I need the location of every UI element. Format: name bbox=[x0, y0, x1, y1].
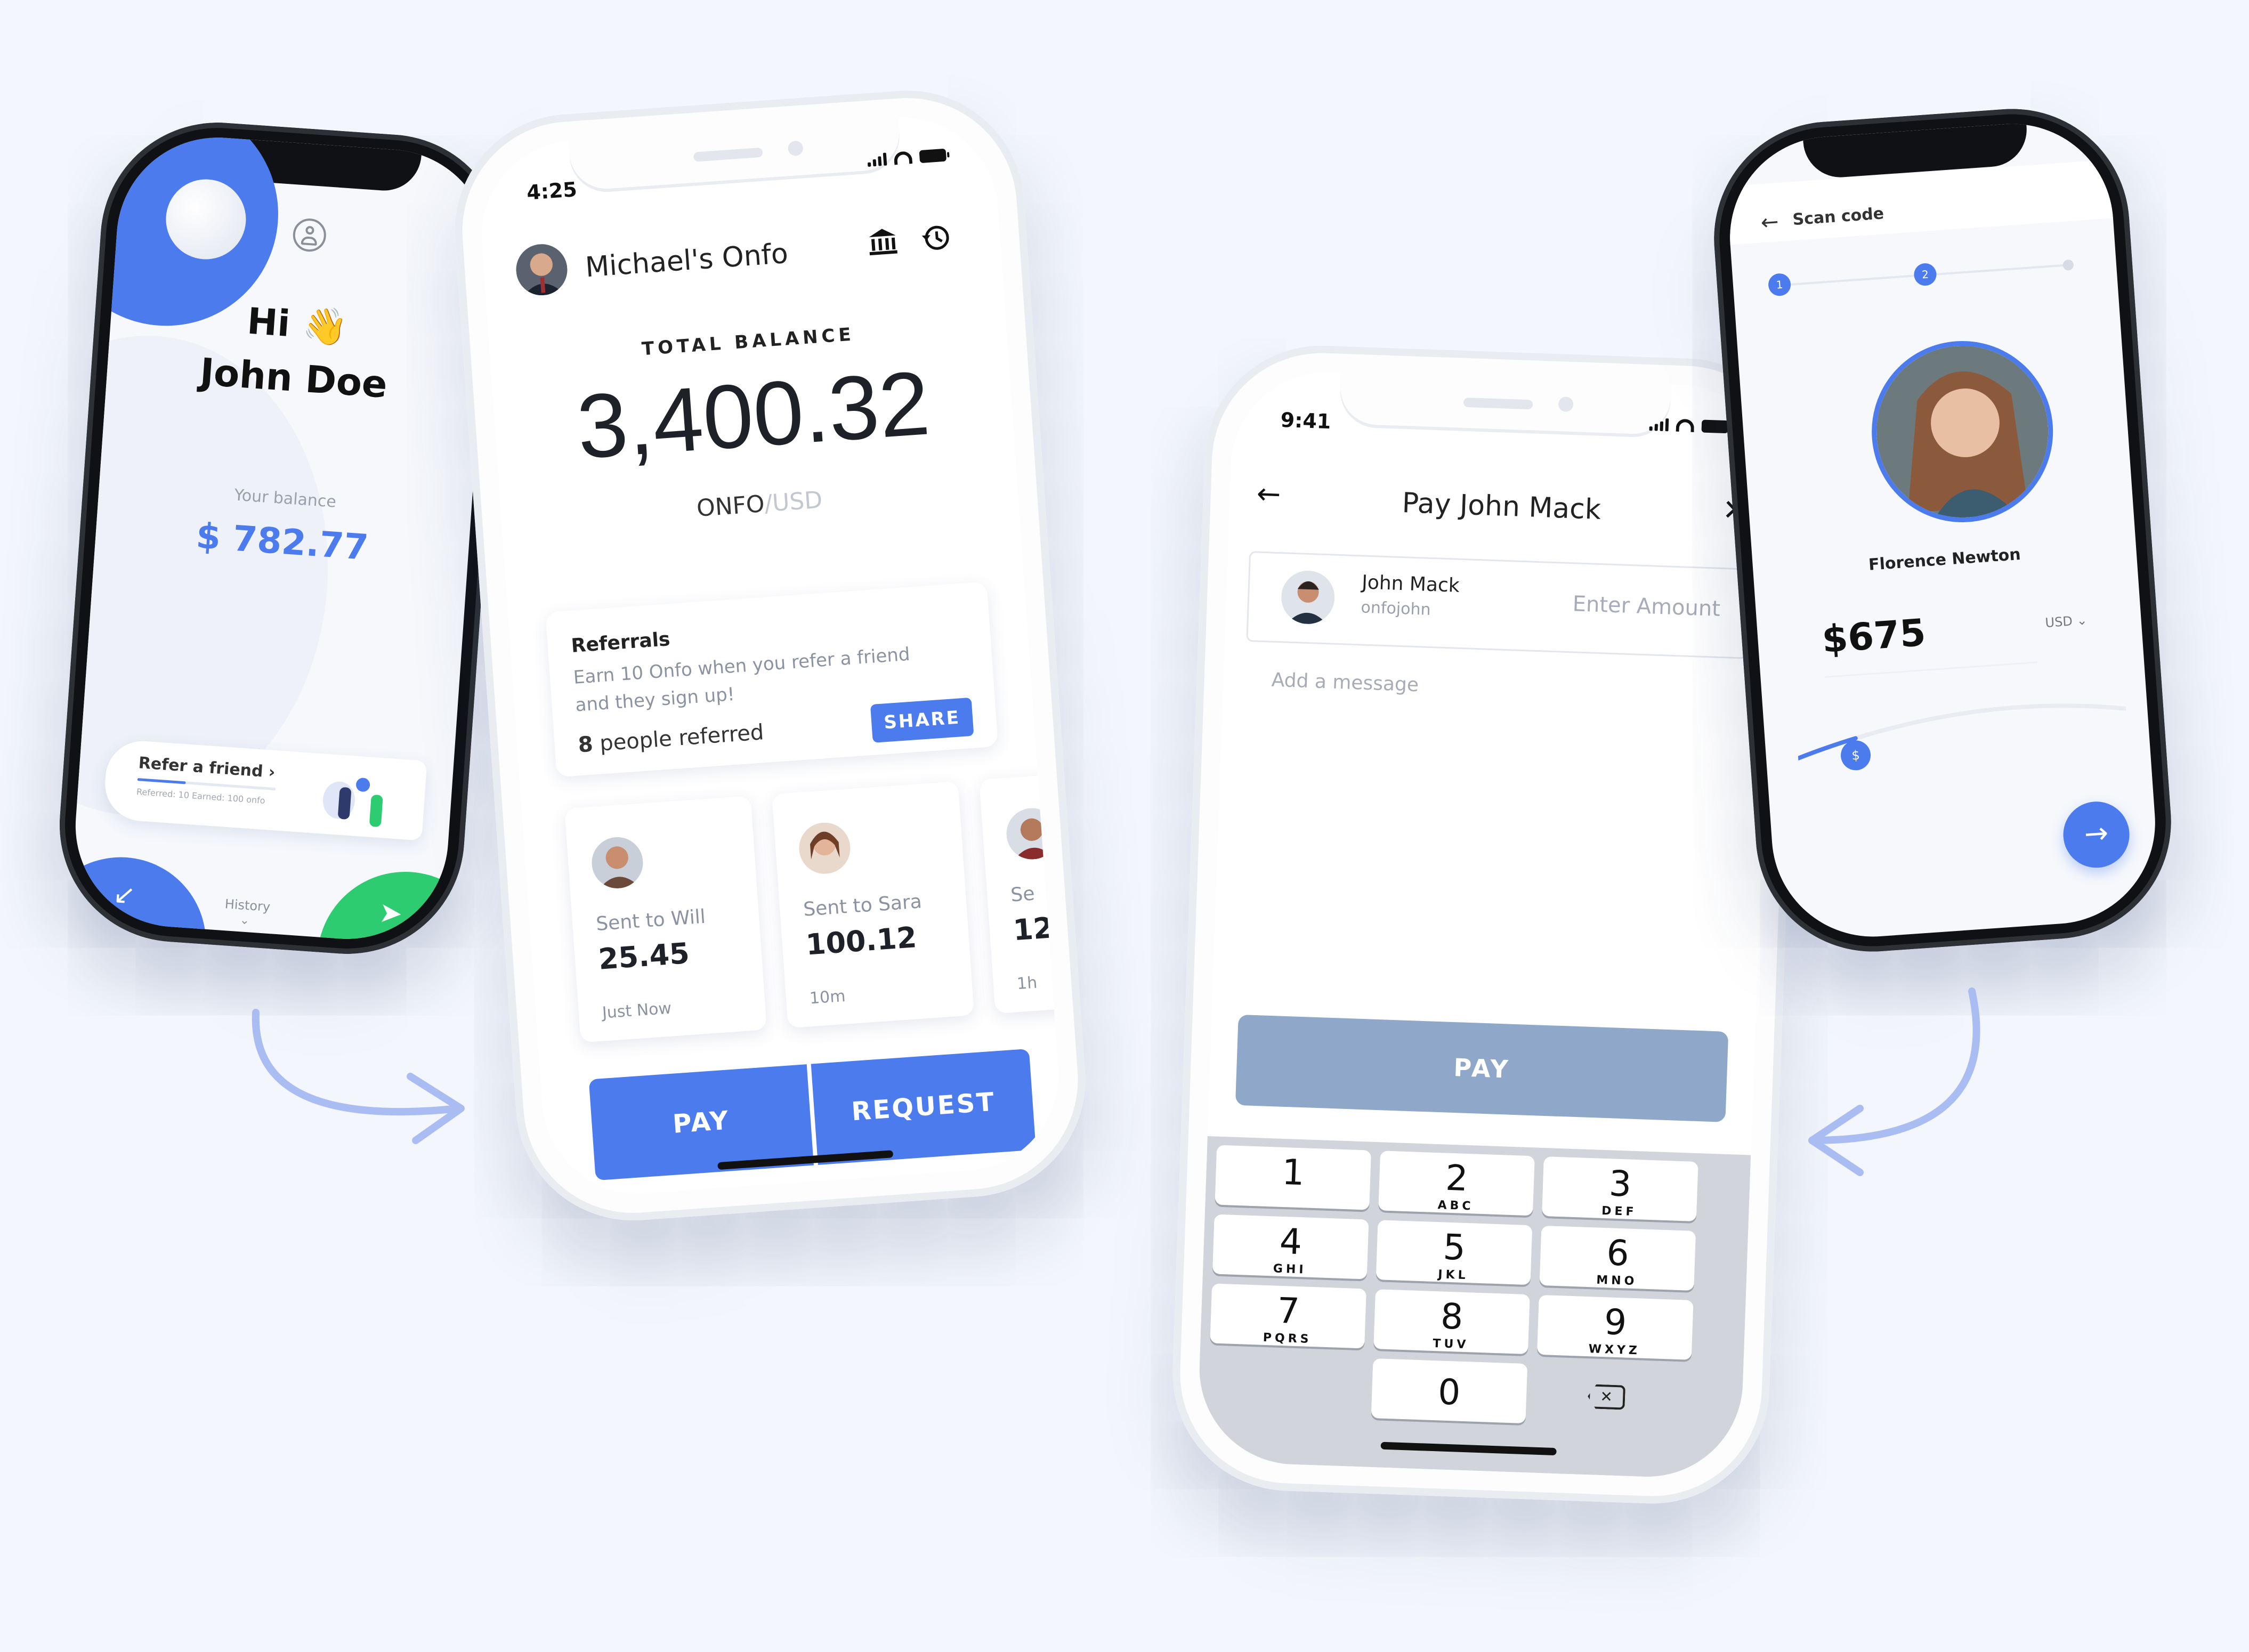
phone-send-screen: ← Scan code 1 2 Florence Newton $675 USD… bbox=[1723, 117, 2162, 944]
tx-time: 1h bbox=[1016, 973, 1038, 994]
key-4[interactable]: 4 GHI bbox=[1212, 1214, 1369, 1280]
refer-illustration-icon bbox=[310, 764, 405, 834]
tx-avatar bbox=[1005, 806, 1059, 861]
numeric-keypad: 1 2 ABC 3 DEF 4 GHI 5 JKL 6 MNO 7 PQRS 8 TUV 9W… bbox=[1196, 1136, 1751, 1480]
history-label[interactable]: History bbox=[224, 896, 271, 914]
profile-icon[interactable] bbox=[292, 217, 327, 253]
step-1: 1 bbox=[1767, 272, 1792, 297]
tx-card[interactable]: Se 12 1h bbox=[979, 766, 1065, 1014]
amount-underline bbox=[1824, 661, 2037, 678]
status-icons bbox=[1649, 418, 1729, 434]
arrow-right-icon: → bbox=[2083, 815, 2110, 851]
referrals-count: 8 people referred bbox=[577, 720, 765, 758]
key-5[interactable]: 5 JKL bbox=[1376, 1220, 1533, 1285]
key-7[interactable]: 7 PQRS bbox=[1210, 1283, 1367, 1349]
tx-time: 10m bbox=[808, 986, 846, 1008]
flow-arrow-right-icon bbox=[1808, 987, 1980, 1176]
tx-card[interactable]: Sent to Will 25.45 Just Now bbox=[564, 796, 767, 1043]
request-arrow-icon: ↗ bbox=[112, 880, 137, 913]
key-0[interactable]: 0 bbox=[1371, 1358, 1528, 1424]
refer-title: Refer a friend › bbox=[137, 754, 276, 782]
recipient-row: John Mack onfojohn Enter Amount bbox=[1246, 551, 1750, 659]
step-2: 2 bbox=[1913, 262, 1937, 287]
page-title: Pay John Mack bbox=[1401, 487, 1601, 526]
tx-amount: 12 bbox=[1012, 911, 1055, 948]
amount-slider[interactable]: $ bbox=[1794, 682, 2131, 812]
currency-main: ONFO bbox=[695, 490, 766, 522]
tx-label: Se bbox=[1010, 882, 1035, 906]
tx-time: Just Now bbox=[601, 999, 673, 1023]
mockup-stage: Hi 👋 John Doe Your balance $ 782.77 Refe… bbox=[0, 0, 2249, 1652]
phone-send: ← Scan code 1 2 Florence Newton $675 USD… bbox=[1706, 101, 2179, 960]
step-3 bbox=[2062, 259, 2074, 271]
phone-pay: 9:41 ← Pay John Mack ✕ John Mack onfojoh… bbox=[1168, 342, 1806, 1508]
request-button[interactable]: REQUEST bbox=[811, 1048, 1036, 1165]
key-6[interactable]: 6 MNO bbox=[1539, 1225, 1696, 1291]
tx-amount: 100.12 bbox=[804, 920, 918, 962]
screen-header bbox=[1726, 159, 2113, 245]
send-plane-icon: ➤ bbox=[378, 896, 404, 930]
phone-home-screen: Hi 👋 John Doe Your balance $ 782.77 Refe… bbox=[69, 131, 496, 946]
history-icon[interactable] bbox=[919, 221, 953, 255]
recipient-handle: onfojohn bbox=[1361, 598, 1431, 619]
key-3[interactable]: 3 DEF bbox=[1541, 1156, 1698, 1222]
recipient-name: John Mack bbox=[1361, 571, 1460, 597]
home-indicator bbox=[1380, 1442, 1557, 1456]
tx-card[interactable]: Sent to Sara 100.12 10m bbox=[772, 781, 975, 1029]
key-2[interactable]: 2 ABC bbox=[1378, 1151, 1535, 1216]
pay-button[interactable]: PAY bbox=[1235, 1014, 1729, 1122]
flow-arrow-left-icon bbox=[252, 1009, 465, 1144]
phone-wallet: 4:25 Michael's Onfo TOTAL BALANCE 3,400.… bbox=[447, 83, 1094, 1228]
status-time: 4:25 bbox=[525, 177, 578, 205]
currency-pair[interactable]: ONFO/USD bbox=[501, 473, 1018, 536]
account-name: Michael's Onfo bbox=[584, 237, 789, 284]
back-arrow-icon[interactable]: ← bbox=[1760, 209, 1779, 235]
send-button[interactable]: ➤ Send bbox=[311, 865, 496, 946]
recipient-avatar bbox=[1280, 570, 1336, 625]
key-1[interactable]: 1 bbox=[1215, 1145, 1372, 1210]
key-9[interactable]: 9 WXYZ bbox=[1536, 1294, 1694, 1360]
tx-avatar bbox=[590, 835, 645, 890]
referrals-title: Referrals bbox=[570, 628, 671, 657]
tx-label: Sent to Sara bbox=[803, 890, 923, 921]
tx-amount: 25.45 bbox=[597, 936, 691, 976]
status-time: 9:41 bbox=[1280, 408, 1332, 434]
currency-alt: /USD bbox=[763, 486, 823, 517]
tx-label: Sent to Will bbox=[595, 905, 707, 935]
bank-icon[interactable] bbox=[865, 224, 900, 258]
history-chevron-icon: ⌄ bbox=[239, 913, 250, 928]
total-balance-value: 3,400.32 bbox=[573, 352, 933, 478]
phone-pay-screen: 9:41 ← Pay John Mack ✕ John Mack onfojoh… bbox=[1196, 369, 1778, 1480]
account-avatar[interactable] bbox=[514, 242, 569, 297]
chevron-down-icon: ⌄ bbox=[2076, 612, 2088, 628]
tx-avatar bbox=[797, 821, 852, 876]
recipient-name: Florence Newton bbox=[1868, 545, 2021, 574]
request-label: Request bbox=[89, 919, 142, 938]
share-button[interactable]: SHARE bbox=[870, 697, 974, 743]
currency-select[interactable]: USD ⌄ bbox=[2045, 613, 2088, 630]
message-input[interactable]: Add a message bbox=[1271, 669, 1419, 697]
key-8[interactable]: 8 TUV bbox=[1373, 1289, 1530, 1355]
refer-card[interactable]: Refer a friend › Referred: 10 Earned: 10… bbox=[102, 739, 427, 841]
send-label: Send bbox=[366, 936, 407, 946]
backspace-icon[interactable]: ✕ bbox=[1587, 1384, 1625, 1410]
refer-sub: Referred: 10 Earned: 100 onfo bbox=[136, 787, 266, 806]
phone-wallet-screen: 4:25 Michael's Onfo TOTAL BALANCE 3,400.… bbox=[475, 111, 1065, 1200]
amount-input[interactable]: Enter Amount bbox=[1572, 592, 1721, 621]
request-button[interactable]: ↗ Request bbox=[69, 851, 212, 946]
amount-value[interactable]: $675 bbox=[1821, 611, 1927, 661]
recipient-avatar bbox=[1865, 335, 2059, 529]
phone-home: Hi 👋 John Doe Your balance $ 782.77 Refe… bbox=[52, 115, 513, 962]
next-button[interactable]: → bbox=[2061, 799, 2132, 870]
referrals-card: Referrals Earn 10 Onfo when you refer a … bbox=[545, 581, 998, 778]
